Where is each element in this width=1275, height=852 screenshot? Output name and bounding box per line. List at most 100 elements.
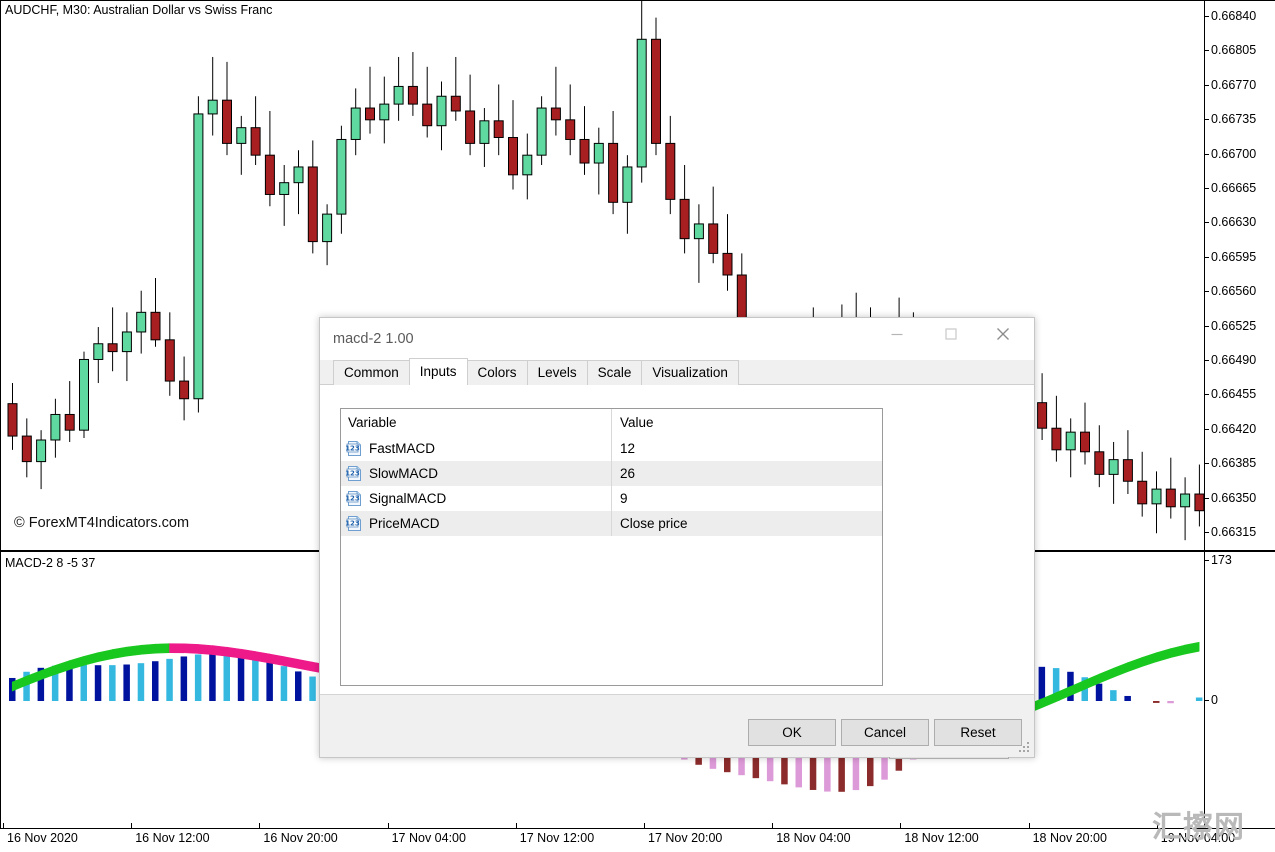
time-tick-label: 17 Nov 12:00	[520, 831, 594, 845]
tab-levels[interactable]: Levels	[527, 360, 588, 385]
table-row[interactable]: 123SignalMACD9	[341, 486, 882, 511]
variable-cell: 123SignalMACD	[341, 486, 612, 511]
macd-tick-mark	[1204, 560, 1209, 561]
price-tick-label: 0.66560	[1211, 284, 1256, 298]
macd-tick-label: 173	[1211, 553, 1232, 567]
price-tick-label: 0.66700	[1211, 147, 1256, 161]
price-tick: 0.66595	[1204, 258, 1275, 259]
tab-scale[interactable]: Scale	[587, 360, 643, 385]
price-tick: 0.66560	[1204, 292, 1275, 293]
variable-cell: 123 PriceMACD	[341, 511, 612, 536]
chart-top-border	[0, 0, 1275, 1]
time-tick-mark	[644, 823, 645, 829]
price-tick-label: 0.66840	[1211, 9, 1256, 23]
variable-cell: 123 FastMACD	[341, 436, 612, 461]
table-row[interactable]: 123SlowMACD26	[341, 461, 882, 486]
maximize-button[interactable]	[928, 318, 974, 350]
price-tick-mark	[1204, 222, 1209, 223]
price-tick-label: 0.66735	[1211, 112, 1256, 126]
reset-button[interactable]: Reset	[934, 719, 1022, 746]
price-tick: 0.66840	[1204, 17, 1275, 18]
time-tick-label: 18 Nov 12:00	[904, 831, 978, 845]
time-tick-mark	[259, 823, 260, 829]
indicator-properties-dialog[interactable]: macd-2 1.00 CommonInputsColorsLevelsScal…	[319, 317, 1035, 758]
column-header-value: Value	[612, 409, 882, 436]
grip-dot	[1023, 750, 1025, 752]
time-tick-label: 18 Nov 20:00	[1033, 831, 1107, 845]
price-tick-mark	[1204, 463, 1209, 464]
grip-dot	[1027, 742, 1029, 744]
price-tick-label: 0.66315	[1211, 525, 1256, 539]
price-tick-label: 0.66525	[1211, 319, 1256, 333]
macd-tick: 173	[1204, 561, 1275, 562]
minimize-button[interactable]	[874, 318, 920, 350]
variable-cell: 123SlowMACD	[341, 461, 612, 486]
price-tick-label: 0.66770	[1211, 78, 1256, 92]
price-tick-label: 0.66595	[1211, 250, 1256, 264]
ok-button[interactable]: OK	[748, 719, 836, 746]
dialog-tabstrip[interactable]: CommonInputsColorsLevelsScaleVisualizati…	[320, 360, 1034, 385]
resize-grip[interactable]	[1018, 741, 1031, 754]
copyright-label: © ForexMT4Indicators.com	[14, 515, 189, 531]
variable-label: PriceMACD	[369, 511, 440, 536]
grip-dot	[1019, 750, 1021, 752]
dialog-footer: OK Cancel Reset	[320, 695, 1034, 757]
price-tick-mark	[1204, 326, 1209, 327]
tab-inputs[interactable]: Inputs	[409, 358, 468, 385]
dialog-body: Variable Value 123 FastMACD 12123SlowMACD2…	[320, 385, 1034, 695]
dialog-titlebar[interactable]: macd-2 1.00	[320, 318, 1034, 360]
table-row[interactable]: 123 FastMACD 12	[341, 436, 882, 461]
inputs-table[interactable]: Variable Value 123 FastMACD 12123SlowMACD2…	[340, 408, 883, 686]
price-tick: 0.66805	[1204, 51, 1275, 52]
price-tick: 0.66630	[1204, 223, 1275, 224]
time-tick-label: 16 Nov 20:00	[263, 831, 337, 845]
table-header-row: Variable Value	[341, 409, 882, 436]
site-watermark: 汇擦网	[1152, 812, 1245, 844]
time-tick-mark	[772, 823, 773, 829]
time-tick-mark	[900, 823, 901, 829]
value-cell[interactable]: 12	[612, 436, 882, 461]
price-tick-mark	[1204, 394, 1209, 395]
price-tick-mark	[1204, 50, 1209, 51]
time-axis[interactable]: 16 Nov 202016 Nov 12:0016 Nov 20:0017 No…	[0, 829, 1275, 852]
svg-text:123: 123	[346, 520, 360, 528]
grip-dot	[1027, 746, 1029, 748]
time-tick-mark	[1029, 823, 1030, 829]
grip-dot	[1023, 746, 1025, 748]
price-tick: 0.66420	[1204, 430, 1275, 431]
value-cell[interactable]: 26	[612, 461, 882, 486]
tab-colors[interactable]: Colors	[467, 360, 528, 385]
cancel-button[interactable]: Cancel	[841, 719, 929, 746]
price-tick-label: 0.66350	[1211, 491, 1256, 505]
variable-label: FastMACD	[369, 436, 435, 461]
price-tick-label: 0.66805	[1211, 43, 1256, 57]
value-cell[interactable]: Close price	[612, 511, 882, 536]
numeric-input-icon: 123	[346, 440, 363, 457]
macd-axis[interactable]: 1730	[1204, 552, 1275, 828]
price-tick-label: 0.66455	[1211, 387, 1256, 401]
tab-visualization[interactable]: Visualization	[641, 360, 739, 385]
macd-tick: 0	[1204, 701, 1275, 702]
price-tick-mark	[1204, 16, 1209, 17]
price-tick-label: 0.66385	[1211, 456, 1256, 470]
price-tick: 0.66455	[1204, 395, 1275, 396]
time-tick-mark	[131, 823, 132, 829]
svg-text:123: 123	[346, 445, 360, 453]
time-tick-label: 17 Nov 04:00	[392, 831, 466, 845]
table-row[interactable]: 123 PriceMACD Close price	[341, 511, 882, 536]
price-tick-mark	[1204, 360, 1209, 361]
time-tick-label: 18 Nov 04:00	[776, 831, 850, 845]
price-tick-mark	[1204, 532, 1209, 533]
price-tick-label: 0.66490	[1211, 353, 1256, 367]
svg-text:123: 123	[346, 470, 360, 478]
price-tick-mark	[1204, 291, 1209, 292]
grip-dot	[1027, 750, 1029, 752]
value-cell[interactable]: 9	[612, 486, 882, 511]
close-button[interactable]	[980, 318, 1026, 350]
time-tick-mark	[3, 823, 4, 829]
tab-common[interactable]: Common	[333, 360, 410, 385]
price-tick: 0.66525	[1204, 327, 1275, 328]
numeric-input-icon: 123	[346, 465, 363, 482]
variable-label: SignalMACD	[369, 486, 446, 511]
price-axis[interactable]: 0.66840 0.66805 0.66770 0.66735 0.66700 0.666…	[1204, 0, 1275, 550]
